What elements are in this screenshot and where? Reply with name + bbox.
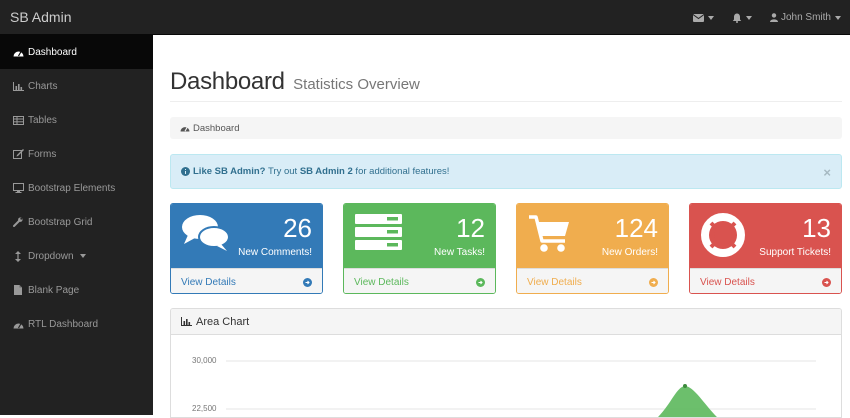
panel-heading: 12 New Tasks! xyxy=(344,204,495,268)
sidebar-item-label: Blank Page xyxy=(28,284,80,296)
chevron-down-icon xyxy=(707,15,714,20)
orders-count: 124 xyxy=(614,213,658,243)
sidebar-item-label: Forms xyxy=(28,148,57,160)
area-chart-title: Area Chart xyxy=(196,315,250,328)
sidebar-item-tables[interactable]: Tables xyxy=(0,103,153,137)
file-icon xyxy=(11,285,25,295)
support-label: Support Tickets! xyxy=(759,247,831,258)
tasks-icon xyxy=(354,212,404,257)
area-chart-panel: Area Chart 30,000 22,500 xyxy=(170,308,842,418)
page-header: Dashboard Statistics Overview xyxy=(170,68,842,102)
support-panel: 13 Support Tickets! View Details xyxy=(689,203,842,294)
data-point xyxy=(683,384,687,388)
bar-chart-icon xyxy=(11,81,25,91)
breadcrumb: Dashboard xyxy=(170,117,842,139)
area-chart-body: 30,000 22,500 xyxy=(171,335,841,417)
view-details-label: View Details xyxy=(527,276,582,288)
alert-text: Try out xyxy=(265,166,300,177)
area-series xyxy=(657,386,718,417)
sidebar-item-label: Charts xyxy=(28,80,58,92)
sidebar-item-forms[interactable]: Forms xyxy=(0,137,153,171)
y-tick-label: 22,500 xyxy=(192,404,217,413)
dashboard-icon xyxy=(11,320,25,329)
top-navbar: SB Admin John Smith xyxy=(0,0,850,35)
orders-panel: 124 New Orders! View Details xyxy=(516,203,669,294)
comments-count: 26 xyxy=(283,213,312,243)
alert-text: for additional features! xyxy=(352,166,450,177)
area-chart-canvas xyxy=(226,360,816,417)
edit-icon xyxy=(11,149,25,159)
life-ring-icon xyxy=(700,212,746,263)
user-name: John Smith xyxy=(780,12,831,23)
sidebar-item-bootstrap-elements[interactable]: Bootstrap Elements xyxy=(0,171,153,205)
sidebar: Dashboard Charts Tables Forms Bootstrap … xyxy=(0,35,153,415)
view-details-link[interactable]: View Details xyxy=(344,268,495,293)
sidebar-item-bootstrap-grid[interactable]: Bootstrap Grid xyxy=(0,205,153,239)
chevron-down-icon xyxy=(745,15,752,20)
alerts-dropdown[interactable] xyxy=(723,0,761,35)
tasks-label: New Tasks! xyxy=(434,247,485,258)
comments-label: New Comments! xyxy=(238,247,312,258)
view-details-link[interactable]: View Details xyxy=(517,268,668,293)
arrow-circle-right-icon xyxy=(303,277,312,287)
comments-panel: 26 New Comments! View Details xyxy=(170,203,323,294)
page-title: Dashboard xyxy=(170,68,285,95)
orders-label: New Orders! xyxy=(601,247,658,258)
bell-icon xyxy=(732,13,742,23)
sidebar-item-blank-page[interactable]: Blank Page xyxy=(0,273,153,307)
chevron-down-icon xyxy=(835,15,841,20)
y-tick-label: 30,000 xyxy=(192,356,217,365)
main-content: Dashboard Statistics Overview Dashboard … xyxy=(153,35,850,418)
user-icon xyxy=(769,13,778,22)
support-count: 13 xyxy=(802,213,831,243)
alert-lead: Like SB Admin? xyxy=(193,166,266,177)
tasks-count: 12 xyxy=(456,213,485,243)
panel-heading: 13 Support Tickets! xyxy=(690,204,841,268)
view-details-label: View Details xyxy=(700,276,755,288)
dashboard-icon xyxy=(11,48,25,57)
arrows-v-icon xyxy=(11,250,25,262)
shopping-cart-icon xyxy=(527,212,571,259)
info-alert: Like SB Admin? Try out SB Admin 2 for ad… xyxy=(170,154,842,189)
envelope-icon xyxy=(692,13,704,22)
alert-link[interactable]: SB Admin 2 xyxy=(300,166,353,177)
chevron-down-icon xyxy=(79,254,86,258)
sidebar-item-rtl-dashboard[interactable]: RTL Dashboard xyxy=(0,307,153,341)
table-icon xyxy=(11,115,25,125)
sidebar-item-charts[interactable]: Charts xyxy=(0,69,153,103)
view-details-label: View Details xyxy=(181,276,236,288)
view-details-link[interactable]: View Details xyxy=(171,268,322,293)
dashboard-icon xyxy=(180,124,190,132)
info-circle-icon xyxy=(181,167,190,176)
breadcrumb-item-dashboard: Dashboard xyxy=(193,122,240,134)
area-chart-heading: Area Chart xyxy=(171,309,841,335)
top-nav-right: John Smith xyxy=(684,0,850,35)
close-icon[interactable]: × xyxy=(823,165,831,180)
sidebar-item-dashboard[interactable]: Dashboard xyxy=(0,35,153,69)
sidebar-item-label: Tables xyxy=(28,114,57,126)
wrench-icon xyxy=(11,217,25,227)
sidebar-item-label: RTL Dashboard xyxy=(28,318,99,330)
tasks-panel: 12 New Tasks! View Details xyxy=(343,203,496,294)
panel-heading: 26 New Comments! xyxy=(171,204,322,268)
sidebar-item-label: Bootstrap Grid xyxy=(28,216,93,228)
arrow-circle-right-icon xyxy=(822,277,831,287)
messages-dropdown[interactable] xyxy=(684,0,723,35)
comments-icon xyxy=(181,212,231,259)
view-details-link[interactable]: View Details xyxy=(690,268,841,293)
user-dropdown[interactable]: John Smith xyxy=(761,0,850,35)
view-details-label: View Details xyxy=(354,276,409,288)
panel-heading: 124 New Orders! xyxy=(517,204,668,268)
page-subtitle: Statistics Overview xyxy=(293,76,420,93)
desktop-icon xyxy=(11,183,25,193)
sidebar-item-label: Dashboard xyxy=(28,46,77,58)
sidebar-item-dropdown[interactable]: Dropdown xyxy=(0,239,153,273)
arrow-circle-right-icon xyxy=(649,277,658,287)
arrow-circle-right-icon xyxy=(476,277,485,287)
sidebar-item-label: Dropdown xyxy=(28,250,74,262)
bar-chart-icon xyxy=(181,317,192,326)
sidebar-item-label: Bootstrap Elements xyxy=(28,182,116,194)
brand-link[interactable]: SB Admin xyxy=(10,9,71,25)
